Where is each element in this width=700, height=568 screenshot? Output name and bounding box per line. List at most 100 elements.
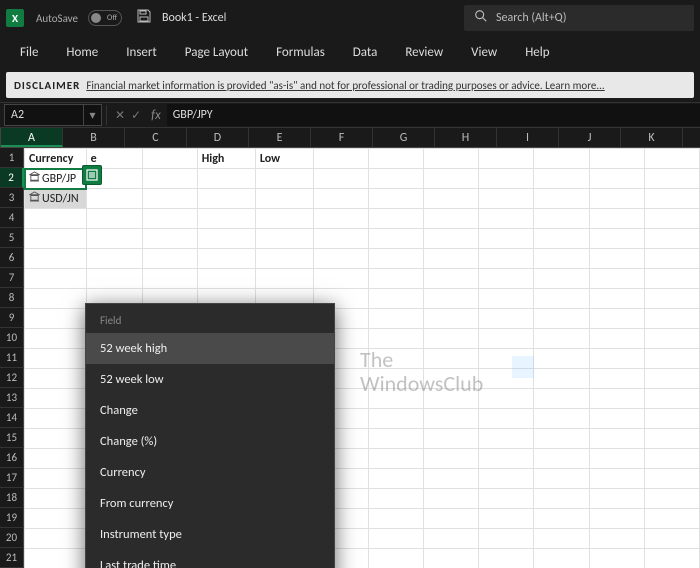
cell[interactable] (589, 389, 644, 409)
cell[interactable] (423, 389, 478, 409)
row-header[interactable]: 16 (0, 448, 24, 468)
cell[interactable] (534, 309, 589, 329)
cell[interactable] (368, 309, 423, 329)
cell[interactable] (368, 489, 423, 509)
cell[interactable] (423, 529, 478, 549)
cell[interactable] (25, 549, 87, 568)
cell[interactable] (368, 249, 423, 269)
column-header[interactable]: L (683, 128, 700, 147)
cell[interactable] (86, 189, 142, 209)
disclaimer-text[interactable]: Financial market information is provided… (86, 79, 686, 92)
cell[interactable] (313, 209, 368, 229)
column-header[interactable]: F (311, 128, 373, 147)
cell[interactable]: High (197, 149, 255, 169)
cell[interactable] (86, 269, 142, 289)
cell[interactable] (368, 289, 423, 309)
cell[interactable] (534, 329, 589, 349)
cell[interactable] (644, 169, 699, 189)
cell[interactable] (25, 489, 87, 509)
cell[interactable]: GBP/JP (25, 169, 87, 189)
cell[interactable] (423, 409, 478, 429)
cell[interactable] (479, 269, 534, 289)
cell[interactable] (25, 329, 87, 349)
cell[interactable] (534, 409, 589, 429)
cell[interactable]: Currency (25, 149, 87, 169)
name-box[interactable]: ▾ (4, 104, 102, 126)
cell[interactable] (368, 269, 423, 289)
cell[interactable] (644, 389, 699, 409)
cell[interactable] (644, 229, 699, 249)
cell[interactable] (534, 189, 589, 209)
cell[interactable] (534, 529, 589, 549)
row-header[interactable]: 15 (0, 428, 24, 448)
cell[interactable] (534, 509, 589, 529)
name-box-input[interactable] (4, 104, 84, 126)
cell[interactable] (589, 529, 644, 549)
cell[interactable] (589, 509, 644, 529)
cell[interactable] (589, 409, 644, 429)
cell[interactable] (25, 509, 87, 529)
cell[interactable] (197, 169, 255, 189)
cell[interactable] (534, 149, 589, 169)
cell[interactable] (479, 249, 534, 269)
cell[interactable] (423, 149, 478, 169)
cell[interactable] (142, 169, 197, 189)
cell[interactable] (255, 189, 313, 209)
cell[interactable] (142, 209, 197, 229)
row-header[interactable]: 17 (0, 468, 24, 488)
cell[interactable] (534, 209, 589, 229)
row-header[interactable]: 9 (0, 308, 24, 328)
cell[interactable] (368, 189, 423, 209)
search-box[interactable]: Search (Alt+Q) (464, 5, 694, 31)
cell[interactable] (589, 429, 644, 449)
cell[interactable] (423, 369, 478, 389)
context-menu-item[interactable]: Last trade time (86, 550, 334, 568)
cell[interactable] (534, 269, 589, 289)
fx-icon[interactable]: fx (145, 108, 167, 123)
cell[interactable] (423, 309, 478, 329)
cell[interactable] (644, 409, 699, 429)
cell[interactable] (423, 169, 478, 189)
cell[interactable] (197, 189, 255, 209)
cell[interactable] (644, 249, 699, 269)
cell[interactable] (644, 189, 699, 209)
cell[interactable] (313, 189, 368, 209)
cell[interactable] (25, 389, 87, 409)
cell[interactable] (644, 309, 699, 329)
column-header[interactable]: D (187, 128, 249, 147)
cell[interactable] (423, 249, 478, 269)
cell[interactable] (589, 169, 644, 189)
name-box-dropdown-icon[interactable]: ▾ (84, 104, 102, 126)
row-header[interactable]: 7 (0, 268, 24, 288)
cell[interactable] (25, 249, 87, 269)
cell[interactable] (255, 209, 313, 229)
cell[interactable] (25, 369, 87, 389)
cell[interactable] (589, 309, 644, 329)
cell[interactable] (589, 369, 644, 389)
cell[interactable] (534, 169, 589, 189)
cell[interactable] (368, 149, 423, 169)
row-header[interactable]: 4 (0, 208, 24, 228)
cell[interactable] (534, 349, 589, 369)
tab-insert[interactable]: Insert (114, 39, 169, 66)
context-menu-item[interactable]: From currency (86, 488, 334, 519)
row-header[interactable]: 3 (0, 188, 24, 208)
cell[interactable] (589, 469, 644, 489)
cell[interactable] (589, 449, 644, 469)
cell[interactable] (479, 309, 534, 329)
cell[interactable] (368, 349, 423, 369)
cell[interactable] (423, 229, 478, 249)
cell[interactable] (142, 249, 197, 269)
context-menu-item[interactable]: 52 week high (86, 333, 334, 364)
column-header[interactable]: G (373, 128, 435, 147)
row-header[interactable]: 11 (0, 348, 24, 368)
cell[interactable] (255, 249, 313, 269)
column-header[interactable]: E (249, 128, 311, 147)
cell[interactable] (25, 469, 87, 489)
cell[interactable] (479, 409, 534, 429)
cell[interactable] (423, 469, 478, 489)
cell[interactable] (479, 169, 534, 189)
cell[interactable] (479, 149, 534, 169)
tab-home[interactable]: Home (54, 39, 110, 66)
cell[interactable] (25, 349, 87, 369)
